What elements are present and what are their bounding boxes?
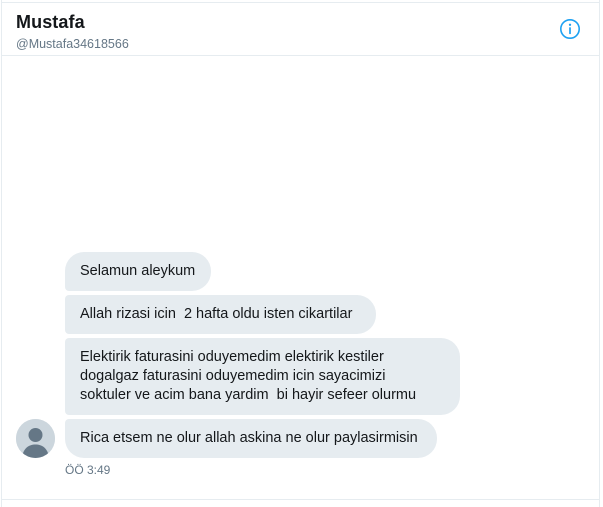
dm-conversation-panel: Mustafa @Mustafa34618566 Selamun aleykum… xyxy=(0,0,603,507)
message-bubble[interactable]: Elektirik faturasini oduyemedim elektiri… xyxy=(65,338,460,415)
message-bubble[interactable]: Allah rizasi icin 2 hafta oldu isten cik… xyxy=(65,295,376,334)
conversation-header: Mustafa @Mustafa34618566 xyxy=(2,3,599,55)
conversation-user-name[interactable]: Mustafa xyxy=(16,12,85,33)
sender-avatar[interactable] xyxy=(16,419,55,458)
composer-divider xyxy=(1,499,600,500)
info-circle-icon xyxy=(560,19,580,39)
conversation-user-handle[interactable]: @Mustafa34618566 xyxy=(16,37,129,51)
default-profile-avatar-icon xyxy=(16,419,55,458)
info-button[interactable] xyxy=(559,18,581,40)
message-bubble[interactable]: Rica etsem ne olur allah askina ne olur … xyxy=(65,419,437,458)
panel-border-left xyxy=(1,0,2,507)
message-timestamp: ÖÖ 3:49 xyxy=(65,463,111,477)
message-bubble[interactable]: Selamun aleykum xyxy=(65,252,211,291)
header-divider xyxy=(1,55,600,56)
panel-border-right xyxy=(599,0,600,507)
